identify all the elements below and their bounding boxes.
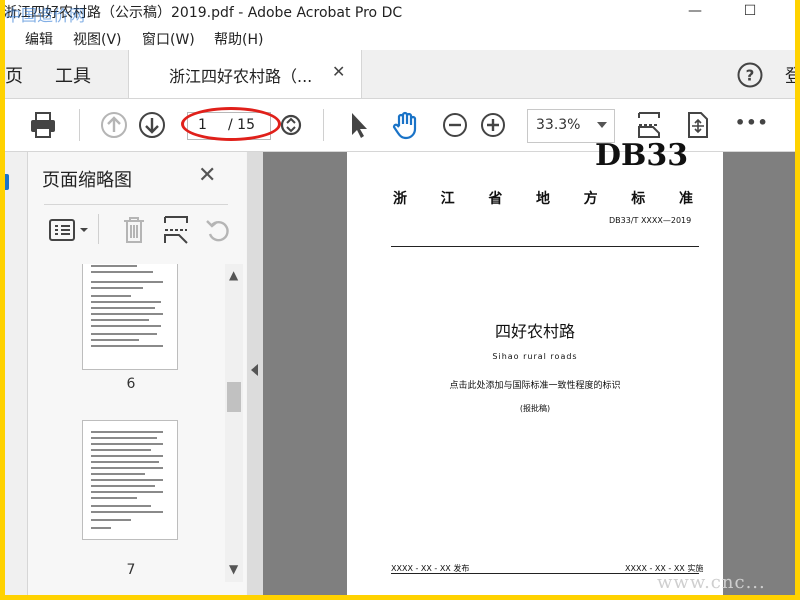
zoom-selection-icon[interactable] <box>275 109 307 141</box>
close-tab-icon[interactable]: ✕ <box>332 62 345 81</box>
english-title: Sihao rural roads <box>492 352 578 361</box>
zoom-in-icon[interactable] <box>477 109 509 141</box>
help-icon[interactable]: ? <box>737 62 763 88</box>
thumbnails-panel: 页面缩略图 ✕ 6 7 ▲ ▼ <box>28 152 246 595</box>
header-rule <box>391 246 699 247</box>
close-panel-icon[interactable]: ✕ <box>198 163 216 188</box>
menu-bar: 编辑 视图(V) 窗口(W) 帮助(H) <box>5 26 795 50</box>
fit-page-icon[interactable] <box>633 109 665 141</box>
hand-tool-icon[interactable] <box>389 109 421 141</box>
menu-help[interactable]: 帮助(H) <box>214 29 263 49</box>
page-thumbnail[interactable] <box>82 420 178 540</box>
page-thumbnail[interactable] <box>82 264 178 370</box>
title-bar: 浙江四好农村路（公示稿）2019.pdf - Adobe Acrobat Pro… <box>5 0 795 26</box>
undo-icon[interactable] <box>204 216 232 244</box>
tab-document-label: 浙江四好农村路（... <box>169 67 313 86</box>
rotate-view-icon[interactable] <box>681 109 713 141</box>
separator <box>323 109 324 141</box>
panel-collapse-handle[interactable] <box>247 152 263 595</box>
document-viewport[interactable]: DB33 浙 江 省 地 方 标 准 DB33/T XXXX—2019 四好农村… <box>247 138 795 595</box>
panel-divider <box>44 204 228 205</box>
watermark-top: 中国造价网 <box>5 6 86 25</box>
insert-page-icon[interactable] <box>162 214 190 246</box>
zoom-value: 33.3% <box>536 117 581 133</box>
active-panel-indicator <box>5 174 9 190</box>
thumbnail-page-number: 7 <box>126 562 136 578</box>
select-cursor-icon[interactable] <box>343 109 375 141</box>
scrollbar-thumb[interactable] <box>227 382 241 412</box>
consistency-note: 点击此处添加与国际标准一致性程度的标识 <box>449 381 621 391</box>
highlight-circle <box>181 107 281 141</box>
document-title: 四好农村路 <box>494 322 575 341</box>
pdf-page: DB33 浙 江 省 地 方 标 准 DB33/T XXXX—2019 四好农村… <box>347 138 723 595</box>
collapse-arrow-icon <box>251 364 258 376</box>
scroll-down-icon[interactable]: ▼ <box>229 562 238 576</box>
navigation-rail <box>5 152 28 595</box>
next-page-icon[interactable] <box>136 109 168 141</box>
menu-window[interactable]: 窗口(W) <box>142 29 195 49</box>
delete-page-icon[interactable] <box>120 214 148 246</box>
previous-page-icon[interactable] <box>98 109 130 141</box>
footer-rule <box>391 573 699 574</box>
separator <box>79 109 80 141</box>
sign-in-link[interactable]: 登 <box>785 62 795 88</box>
panel-title: 页面缩略图 <box>42 170 132 191</box>
tab-document[interactable]: 浙江四好农村路（... ✕ <box>128 50 362 98</box>
province-standard-heading: 浙 江 省 地 方 标 准 <box>393 191 693 207</box>
more-tools-icon[interactable]: ••• <box>735 113 769 132</box>
menu-view[interactable]: 视图(V) <box>73 29 122 49</box>
scroll-up-icon[interactable]: ▲ <box>229 268 238 282</box>
svg-text:?: ? <box>746 67 755 85</box>
thumbnail-page-number: 6 <box>126 376 136 392</box>
tab-bar: 页 工具 浙江四好农村路（... ✕ ? 登 <box>5 50 795 99</box>
maximize-button[interactable]: ☐ <box>730 0 770 26</box>
chevron-down-icon <box>597 122 607 128</box>
standard-mark: DB33 <box>595 138 689 173</box>
watermark-bottom: www.cnc... <box>657 572 766 593</box>
draft-label: (报批稿) <box>519 404 551 413</box>
thumbnail-options-icon[interactable] <box>48 216 96 244</box>
acrobat-window: 浙江四好农村路（公示稿）2019.pdf - Adobe Acrobat Pro… <box>5 0 795 595</box>
thumbnail-list: 6 7 <box>42 264 220 582</box>
print-icon[interactable] <box>27 109 59 141</box>
menu-edit[interactable]: 编辑 <box>25 29 53 49</box>
separator <box>98 214 99 244</box>
standard-code: DB33/T XXXX—2019 <box>609 216 692 225</box>
viewport-margin <box>723 152 795 595</box>
thumbnail-scrollbar[interactable]: ▲ ▼ <box>225 264 243 582</box>
minimize-button[interactable]: — <box>675 0 715 26</box>
tab-tools[interactable]: 工具 <box>55 62 91 88</box>
tab-home[interactable]: 页 <box>5 62 23 88</box>
zoom-out-icon[interactable] <box>439 109 471 141</box>
